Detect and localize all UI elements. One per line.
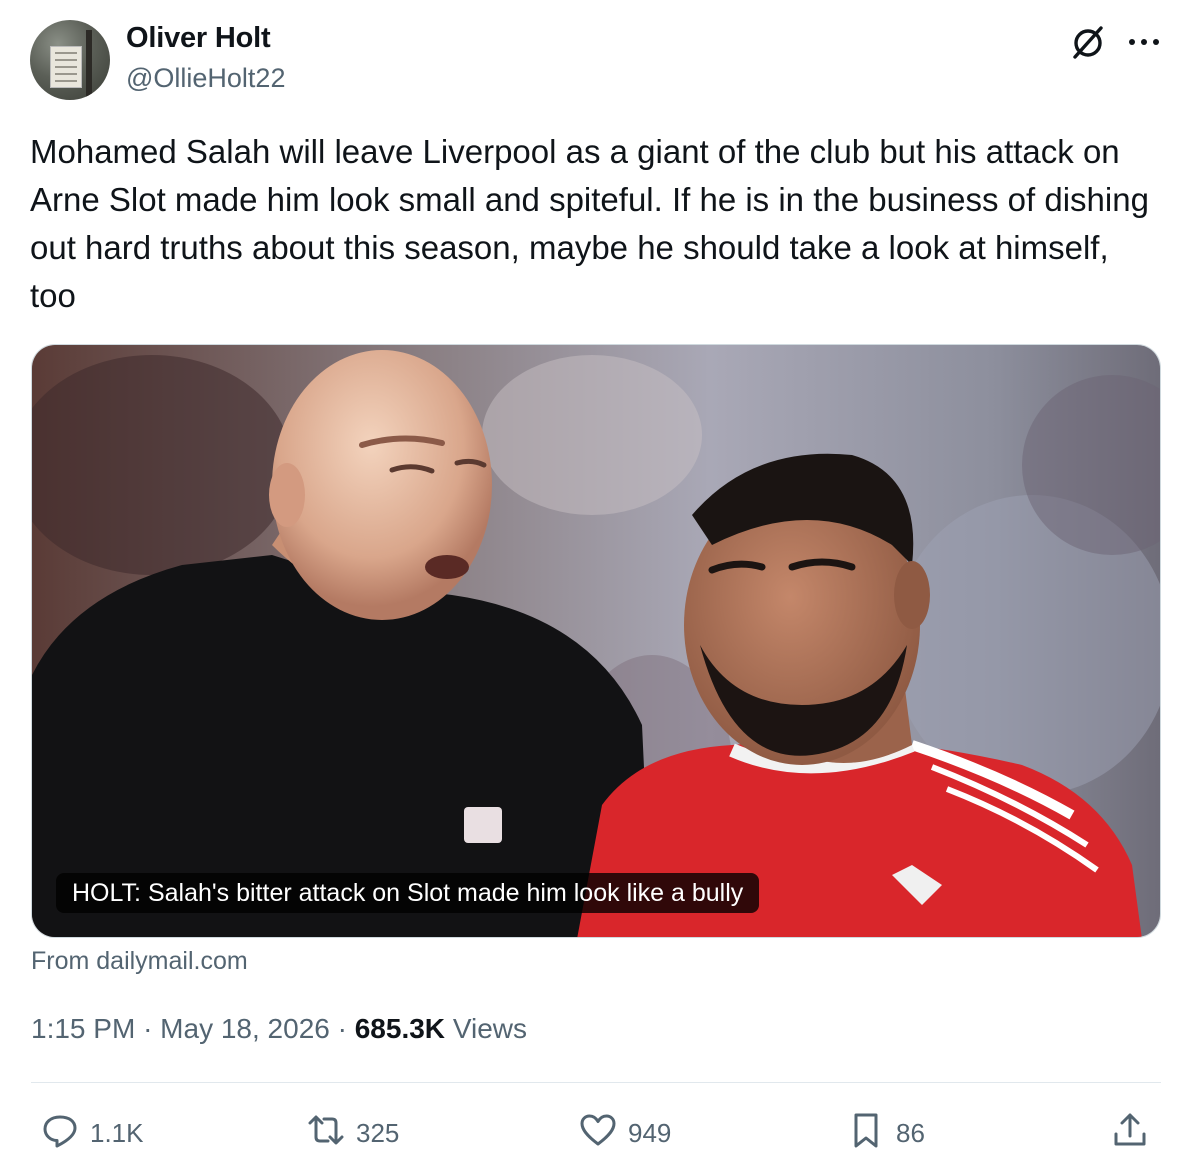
author-avatar[interactable] (30, 20, 110, 100)
bookmark-icon (846, 1110, 886, 1157)
like-button[interactable]: 949 (578, 1112, 671, 1154)
heart-icon (578, 1110, 618, 1157)
repost-button[interactable]: 325 (306, 1112, 399, 1154)
reply-icon (40, 1110, 80, 1157)
author-name[interactable]: Oliver Holt (126, 22, 271, 55)
repost-count: 325 (356, 1117, 400, 1148)
share-button[interactable] (1110, 1112, 1150, 1154)
retweet-icon (306, 1110, 346, 1157)
card-source[interactable]: From dailymail.com (31, 947, 248, 976)
tweet-meta: 1:15 PM · May 18, 2026 · 685.3K Views (31, 1013, 527, 1045)
card-headline[interactable]: HOLT: Salah's bitter attack on Slot made… (56, 873, 760, 913)
share-icon (1110, 1110, 1150, 1157)
views-label: Views (452, 1013, 527, 1044)
author-handle[interactable]: @OllieHolt22 (126, 63, 285, 94)
tweet-time[interactable]: 1:15 PM (31, 1013, 135, 1044)
separator: · (143, 1013, 153, 1044)
views-count: 685.3K (354, 1013, 446, 1044)
avatar-sign (50, 46, 82, 88)
bookmark-button[interactable]: 86 (846, 1112, 925, 1154)
like-count: 949 (628, 1117, 672, 1148)
tweet-text: Mohamed Salah will leave Liverpool as a … (30, 133, 1149, 314)
tweet-date[interactable]: May 18, 2026 (160, 1013, 330, 1044)
divider (31, 1082, 1161, 1083)
link-card-image[interactable] (31, 344, 1161, 938)
reply-count: 1.1K (90, 1117, 144, 1148)
bookmark-count: 86 (896, 1117, 925, 1148)
grok-icon[interactable] (1068, 22, 1108, 62)
separator: · (337, 1013, 347, 1044)
more-icon[interactable] (1124, 28, 1164, 56)
reply-button[interactable]: 1.1K (40, 1112, 144, 1154)
avatar-signpost (86, 30, 92, 100)
